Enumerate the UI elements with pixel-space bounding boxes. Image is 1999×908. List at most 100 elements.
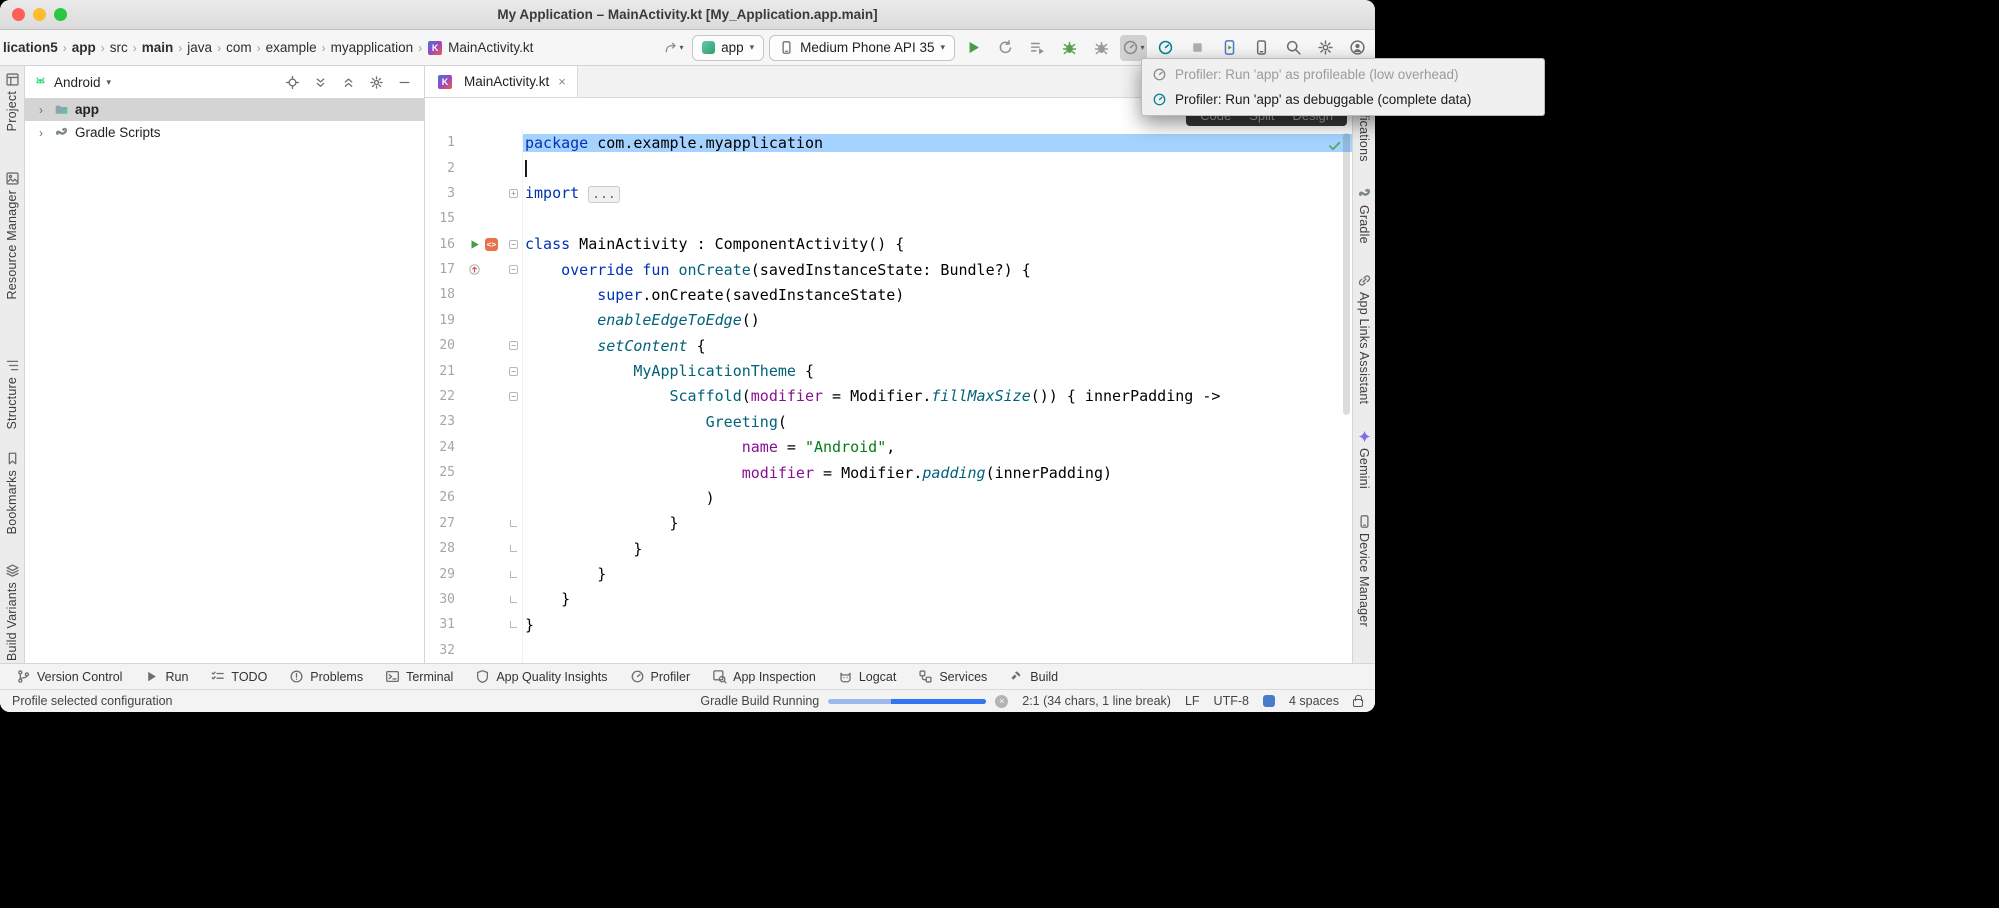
stripe-item-resource-manager[interactable]: Resource Manager xyxy=(5,171,20,300)
breadcrumb-item[interactable]: java xyxy=(186,40,213,55)
fold-marker[interactable] xyxy=(505,511,523,536)
account-button[interactable] xyxy=(1344,35,1371,61)
code-text[interactable]: ) xyxy=(523,489,1352,507)
fold-closed-icon[interactable]: + xyxy=(509,189,518,198)
project-view-selector[interactable]: Android xyxy=(54,75,101,90)
code-text[interactable]: name = "Android", xyxy=(523,438,1352,456)
code-text[interactable]: MyApplicationTheme { xyxy=(523,362,1352,380)
minimize-window-button[interactable] xyxy=(33,8,46,21)
toolwindow-profiler[interactable]: Profiler xyxy=(630,669,691,684)
locate-file-button[interactable] xyxy=(280,70,304,94)
breadcrumb-item[interactable]: src xyxy=(109,40,129,55)
fold-marker[interactable]: − xyxy=(505,333,523,358)
popup-item[interactable]: Profiler: Run 'app' as profileable (low … xyxy=(1142,62,1544,87)
code-text[interactable] xyxy=(523,159,1352,177)
stripe-item-gradle[interactable]: Gradle xyxy=(1357,186,1372,244)
stop-button[interactable] xyxy=(1184,35,1211,61)
toolwindow-problems[interactable]: Problems xyxy=(289,669,363,684)
fold-open-icon[interactable]: − xyxy=(509,265,518,274)
run-configuration-selector[interactable]: app ▾ xyxy=(692,35,764,61)
lock-icon[interactable] xyxy=(1353,699,1363,707)
line-ending-widget[interactable]: LF xyxy=(1185,694,1200,708)
code-text[interactable]: class MainActivity : ComponentActivity()… xyxy=(523,235,1352,253)
fold-marker[interactable] xyxy=(505,536,523,561)
chevron-right-icon[interactable]: › xyxy=(39,103,48,117)
toolwindow-run[interactable]: Run xyxy=(144,669,188,684)
code-text[interactable]: } xyxy=(523,590,1352,608)
code-text[interactable]: setContent { xyxy=(523,337,1352,355)
stripe-item-structure[interactable]: Structure xyxy=(5,358,20,430)
fold-open-icon[interactable]: − xyxy=(509,367,518,376)
hide-panel-button[interactable] xyxy=(392,70,416,94)
breadcrumb-item[interactable]: lication5 xyxy=(2,40,59,55)
toolwindow-build[interactable]: Build xyxy=(1009,669,1058,684)
profiler-button[interactable]: ▾ xyxy=(1120,35,1147,61)
code-text[interactable]: package com.example.myapplication xyxy=(523,134,1352,152)
fold-end-icon[interactable] xyxy=(510,520,517,527)
device-manager-button[interactable] xyxy=(1248,35,1275,61)
caret-position-widget[interactable]: 2:1 (34 chars, 1 line break) xyxy=(1022,694,1171,708)
fold-end-icon[interactable] xyxy=(510,596,517,603)
panel-options-button[interactable] xyxy=(364,70,388,94)
toolwindow-version-control[interactable]: Version Control xyxy=(16,669,122,684)
breadcrumb-item[interactable]: example xyxy=(265,40,318,55)
search-everywhere-button[interactable] xyxy=(1280,35,1307,61)
breadcrumb-item[interactable]: MainActivity.kt xyxy=(447,40,534,55)
fold-marker[interactable]: − xyxy=(505,257,523,282)
build-menu-button[interactable] xyxy=(1024,35,1051,61)
code-text[interactable]: } xyxy=(523,616,1352,634)
breadcrumb-item[interactable]: app xyxy=(71,40,97,55)
encoding-widget[interactable]: UTF-8 xyxy=(1214,694,1249,708)
fold-marker[interactable]: − xyxy=(505,232,523,257)
stripe-item-build-variants[interactable]: Build Variants xyxy=(5,563,20,661)
indent-style-widget[interactable]: 4 spaces xyxy=(1289,694,1339,708)
stripe-item-project[interactable]: Project xyxy=(5,72,20,131)
debug-button[interactable] xyxy=(1056,35,1083,61)
breadcrumb-item[interactable]: com xyxy=(225,40,253,55)
code-text[interactable]: import ... xyxy=(523,184,1352,202)
stripe-item-device-manager[interactable]: Device Manager xyxy=(1357,514,1372,627)
code-text[interactable]: } xyxy=(523,565,1352,583)
collapse-all-button[interactable] xyxy=(336,70,360,94)
device-selector[interactable]: Medium Phone API 35 ▾ xyxy=(769,35,955,61)
fold-marker[interactable]: − xyxy=(505,384,523,409)
code-text[interactable]: Scaffold(modifier = Modifier.fillMaxSize… xyxy=(523,387,1352,405)
stripe-item-app-links-assistant[interactable]: App Links Assistant xyxy=(1357,273,1372,404)
code-text[interactable]: } xyxy=(523,540,1352,558)
status-widget-icon[interactable] xyxy=(1263,695,1275,707)
tree-item-gradle-scripts[interactable]: ›Gradle Scripts xyxy=(25,121,424,144)
override-icon[interactable] xyxy=(468,263,481,276)
fold-open-icon[interactable]: − xyxy=(509,240,518,249)
settings-button[interactable] xyxy=(1312,35,1339,61)
history-dropdown-button[interactable]: ▾ xyxy=(660,35,687,61)
progress-close-icon[interactable]: × xyxy=(995,695,1008,708)
inspections-ok-icon[interactable] xyxy=(1327,138,1342,153)
close-window-button[interactable] xyxy=(12,8,25,21)
fold-marker[interactable] xyxy=(505,587,523,612)
fold-marker[interactable] xyxy=(505,612,523,637)
fold-end-icon[interactable] xyxy=(510,621,517,628)
run-button[interactable] xyxy=(960,35,987,61)
code-editor[interactable]: 1package com.example.myapplication23+imp… xyxy=(425,130,1352,663)
fold-marker[interactable]: + xyxy=(505,181,523,206)
apply-changes-button[interactable] xyxy=(992,35,1019,61)
code-text[interactable]: } xyxy=(523,514,1352,532)
code-text[interactable]: modifier = Modifier.padding(innerPadding… xyxy=(523,464,1352,482)
attach-debugger-button[interactable] xyxy=(1088,35,1115,61)
tree-item-app[interactable]: ›app xyxy=(25,98,424,121)
breadcrumb-item[interactable]: myapplication xyxy=(330,40,415,55)
toolwindow-app-quality-insights[interactable]: App Quality Insights xyxy=(475,669,607,684)
profile-low-overhead-button[interactable] xyxy=(1152,35,1179,61)
run-line-icon[interactable] xyxy=(468,238,481,251)
running-devices-button[interactable] xyxy=(1216,35,1243,61)
code-text[interactable]: super.onCreate(savedInstanceState) xyxy=(523,286,1352,304)
fold-end-icon[interactable] xyxy=(510,545,517,552)
toolwindow-terminal[interactable]: Terminal xyxy=(385,669,453,684)
fold-marker[interactable]: − xyxy=(505,358,523,383)
toolwindow-services[interactable]: Services xyxy=(918,669,987,684)
composable-icon[interactable]: <> xyxy=(485,238,498,251)
expand-all-button[interactable] xyxy=(308,70,332,94)
stripe-item-bookmarks[interactable]: Bookmarks xyxy=(5,451,20,534)
tab-mainactivity[interactable]: MainActivity.kt × xyxy=(425,66,578,97)
fold-end-icon[interactable] xyxy=(510,571,517,578)
